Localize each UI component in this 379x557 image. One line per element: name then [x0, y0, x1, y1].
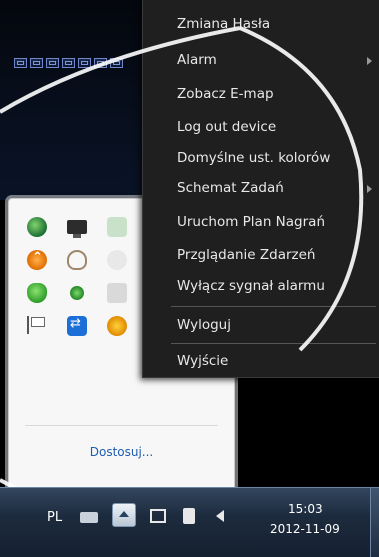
app-icon[interactable]	[107, 283, 127, 303]
layout-button[interactable]	[30, 58, 43, 68]
menu-item-label: Domyślne ust. kolorów	[177, 150, 331, 166]
globe-icon[interactable]	[27, 217, 47, 237]
app-icon[interactable]	[107, 217, 127, 237]
monitor-icon[interactable]	[67, 220, 87, 238]
menu-item-logout[interactable]: Wyloguj	[177, 313, 374, 337]
customize-link[interactable]: Dostosuj...	[9, 445, 234, 459]
context-menu: Zmiana Hasła Alarm Zobacz E-map Log out …	[142, 0, 379, 378]
volume-icon[interactable]	[216, 510, 224, 522]
layout-button[interactable]	[94, 58, 107, 68]
menu-item-emap[interactable]: Zobacz E-map	[177, 82, 374, 106]
safely-remove-hardware-icon[interactable]	[183, 508, 195, 524]
menu-item-label: Schemat Zadań	[177, 180, 284, 196]
clock-date[interactable]: 2012-11-09	[270, 522, 340, 536]
shield-icon[interactable]	[27, 283, 47, 303]
menu-item-label: Wyjście	[177, 353, 229, 369]
show-desktop-button[interactable]	[370, 488, 379, 557]
menu-separator	[171, 343, 376, 344]
menu-item-label: Log out device	[177, 119, 277, 135]
menu-item-alarm[interactable]: Alarm	[177, 48, 374, 72]
menu-item-start-recording-plan[interactable]: Uruchom Plan Nagrań	[177, 210, 374, 234]
layout-button[interactable]	[78, 58, 91, 68]
clock-time[interactable]: 15:03	[288, 502, 323, 516]
sun-icon[interactable]	[107, 316, 127, 336]
submenu-arrow-icon	[367, 185, 372, 193]
video-layout-toolbar	[14, 58, 123, 68]
show-hidden-icons-button[interactable]	[112, 503, 136, 527]
layout-button[interactable]	[46, 58, 59, 68]
flag-icon[interactable]	[27, 316, 49, 334]
fingerprint-icon[interactable]	[67, 250, 87, 270]
menu-item-label: Uruchom Plan Nagrań	[177, 214, 325, 230]
menu-item-task-schedule[interactable]: Schemat Zadań	[177, 176, 374, 200]
layout-button[interactable]	[14, 58, 27, 68]
menu-separator	[171, 306, 376, 307]
app-icon[interactable]	[107, 250, 127, 270]
menu-item-exit[interactable]: Wyjście	[177, 349, 374, 373]
network-icon[interactable]	[150, 509, 166, 523]
menu-item-logout-device[interactable]: Log out device	[177, 115, 374, 139]
taskbar: PL 15:03 2012-11-09	[0, 487, 379, 557]
menu-item-label: Alarm	[177, 52, 217, 68]
layout-button[interactable]	[62, 58, 75, 68]
status-icon[interactable]	[70, 286, 84, 300]
updates-icon[interactable]	[27, 250, 47, 270]
menu-item-label: Przglądanie Zdarzeń	[177, 247, 316, 263]
menu-item-label: Zmiana Hasła	[177, 16, 271, 32]
menu-item-view-events[interactable]: Przglądanie Zdarzeń	[177, 243, 374, 267]
divider	[25, 425, 218, 426]
menu-item-disable-alarm[interactable]: Wyłącz sygnał alarmu	[177, 274, 374, 298]
submenu-arrow-icon	[367, 57, 372, 65]
layout-button[interactable]	[110, 58, 123, 68]
menu-item-label: Wyłącz sygnał alarmu	[177, 278, 325, 294]
menu-item-label: Zobacz E-map	[177, 86, 274, 102]
language-indicator[interactable]: PL	[47, 510, 62, 525]
menu-item-default-colors[interactable]: Domyślne ust. kolorów	[177, 146, 374, 170]
menu-item-change-password[interactable]: Zmiana Hasła	[177, 12, 374, 36]
keyboard-icon[interactable]	[80, 512, 98, 523]
teamviewer-icon[interactable]	[67, 316, 87, 336]
menu-item-label: Wyloguj	[177, 317, 231, 333]
